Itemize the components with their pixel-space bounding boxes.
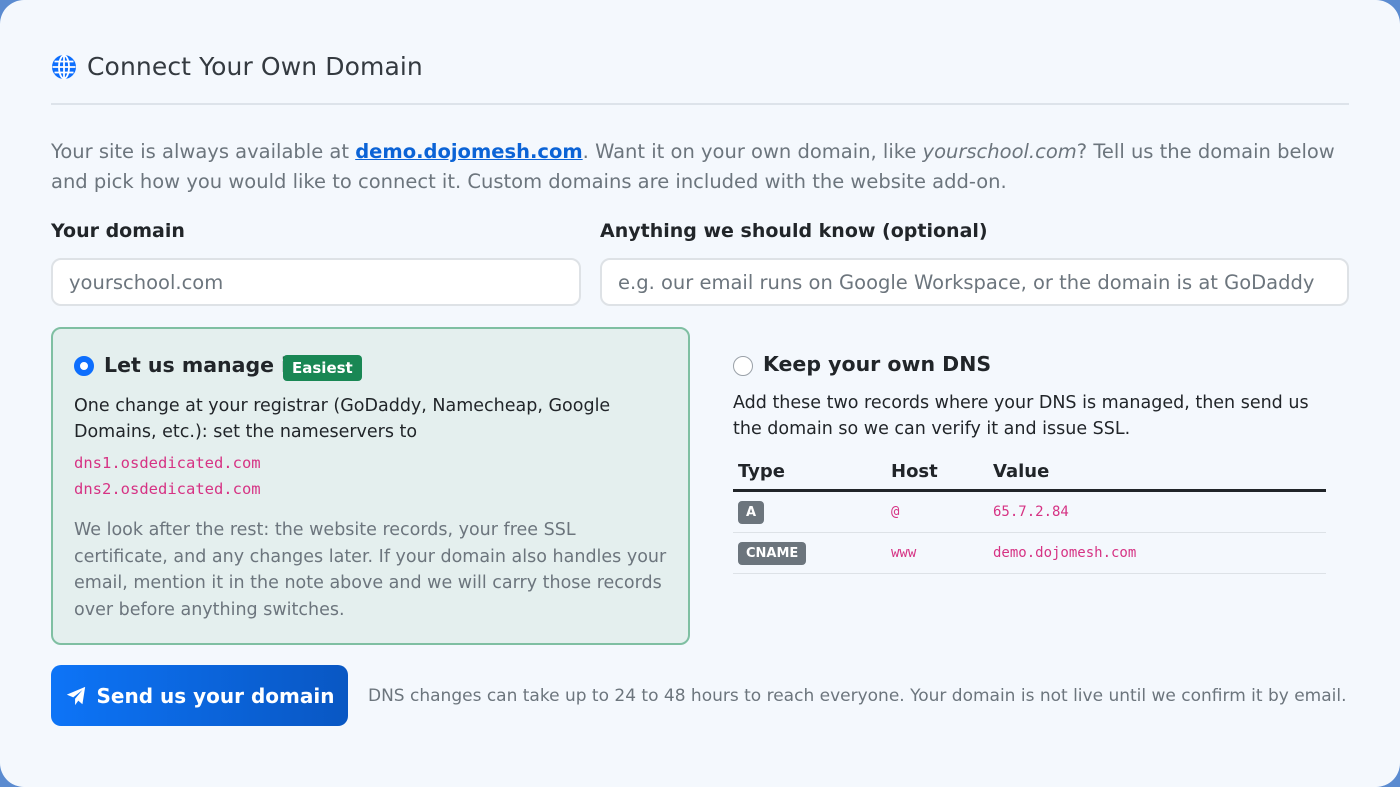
managed-title: Let us manage it <box>104 353 298 377</box>
header-divider <box>51 103 1349 105</box>
intro-part-2: . Want it on your own domain, like <box>582 140 923 163</box>
managed-details: We look after the rest: the website reco… <box>74 520 667 620</box>
nameserver-1: dns1.osdedicated.com <box>74 454 261 472</box>
domain-label: Your domain <box>51 220 185 242</box>
dns-propagation-note: DNS changes can take up to 24 to 48 hour… <box>368 686 1347 706</box>
domain-input[interactable] <box>51 258 581 306</box>
managed-radio[interactable] <box>74 356 94 376</box>
managed-description: One change at your registrar (GoDaddy, N… <box>74 396 611 442</box>
table-header-row: Type Host Value <box>733 453 1326 492</box>
send-button-label: Send us your domain <box>96 683 335 708</box>
card-header: Connect Your Own Domain <box>51 52 423 81</box>
record-type-badge: A <box>738 500 765 524</box>
easiest-badge: Easiest <box>283 355 362 381</box>
record-type-cell: A <box>733 490 886 533</box>
record-type-cell: CNAME <box>733 532 886 574</box>
option-managed-card[interactable]: Let us manage it Easiest One change at y… <box>51 327 690 645</box>
paper-plane-icon <box>66 686 85 705</box>
own-dns-description: Add these two records where your DNS is … <box>733 393 1309 439</box>
column-header-type: Type <box>733 453 886 492</box>
globe-icon <box>52 54 76 79</box>
table-row: CNAME www demo.dojomesh.com <box>733 532 1326 574</box>
record-host-cell: @ <box>886 490 988 533</box>
intro-part-1: Your site is always available at <box>51 140 356 163</box>
page-title: Connect Your Own Domain <box>87 52 423 81</box>
intro-example-domain: yourschool.com <box>922 140 1077 163</box>
record-type-badge: CNAME <box>738 541 807 565</box>
record-host-cell: www <box>886 532 988 574</box>
nameserver-2: dns2.osdedicated.com <box>74 480 261 498</box>
intro-text: Your site is always available at demo.do… <box>51 137 1361 197</box>
note-label: Anything we should know (optional) <box>600 220 988 242</box>
column-header-host: Host <box>886 453 988 492</box>
table-row: A @ 65.7.2.84 <box>733 490 1326 533</box>
send-domain-button[interactable]: Send us your domain <box>51 665 348 726</box>
own-dns-title: Keep your own DNS <box>763 352 992 376</box>
own-dns-radio[interactable] <box>733 356 753 376</box>
column-header-value: Value <box>988 453 1326 492</box>
connect-domain-card: Connect Your Own Domain Your site is alw… <box>0 0 1400 787</box>
site-url-link[interactable]: demo.dojomesh.com <box>355 140 582 163</box>
record-value-cell: 65.7.2.84 <box>988 490 1326 533</box>
note-input[interactable] <box>600 258 1349 306</box>
dns-records-table: Type Host Value A @ 65.7.2.84 CNAME www … <box>733 453 1326 574</box>
record-value-cell: demo.dojomesh.com <box>988 532 1326 574</box>
